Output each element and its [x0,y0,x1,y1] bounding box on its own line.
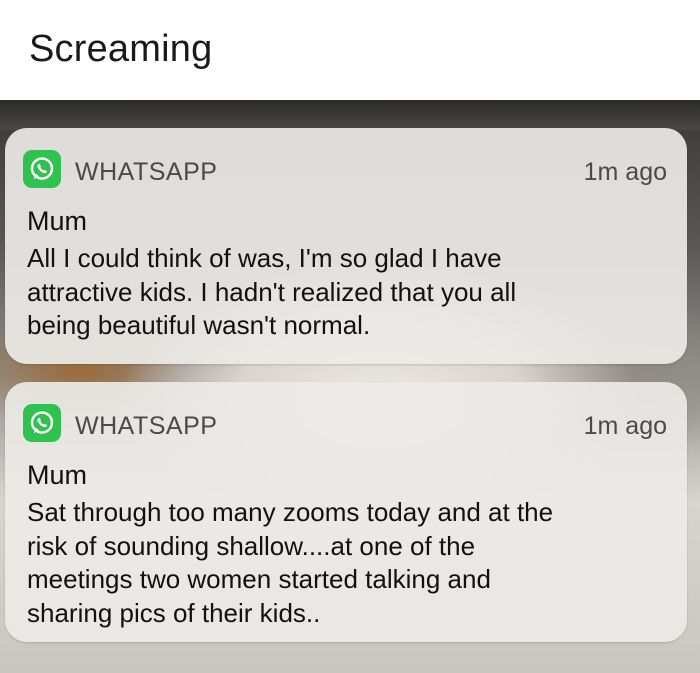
caption: Screaming [29,28,213,70]
app-name: WHATSAPP [75,412,218,440]
message-body: Sat through too many zooms today and at … [27,496,667,630]
message-line: Sat through too many zooms today and at … [27,497,554,527]
message-line: risk of sounding shallow....at one of th… [27,530,476,561]
notification-card[interactable]: WHATSAPP 1m ago Mum All I could think of… [5,128,687,364]
message-line: meetings two women started talking and [27,564,491,594]
message-line: being beautiful wasn't normal. [27,310,371,340]
whatsapp-icon [23,150,61,188]
sender-name: Mum [27,206,87,236]
whatsapp-icon [23,404,61,442]
notification-card[interactable]: WHATSAPP 1m ago Mum Sat through too many… [5,382,687,642]
notification-time: 1m ago [583,412,667,440]
sender-name: Mum [27,460,87,490]
message-line: sharing pics of their kids.. [27,597,321,628]
app-name: WHATSAPP [75,158,218,186]
message-line: attractive kids. I hadn't realized that … [27,276,517,307]
notification-time: 1m ago [583,158,667,186]
photo-top-band [0,100,700,130]
message-line: All I could think of was, I'm so glad I … [27,243,502,273]
message-body: All I could think of was, I'm so glad I … [27,242,667,343]
